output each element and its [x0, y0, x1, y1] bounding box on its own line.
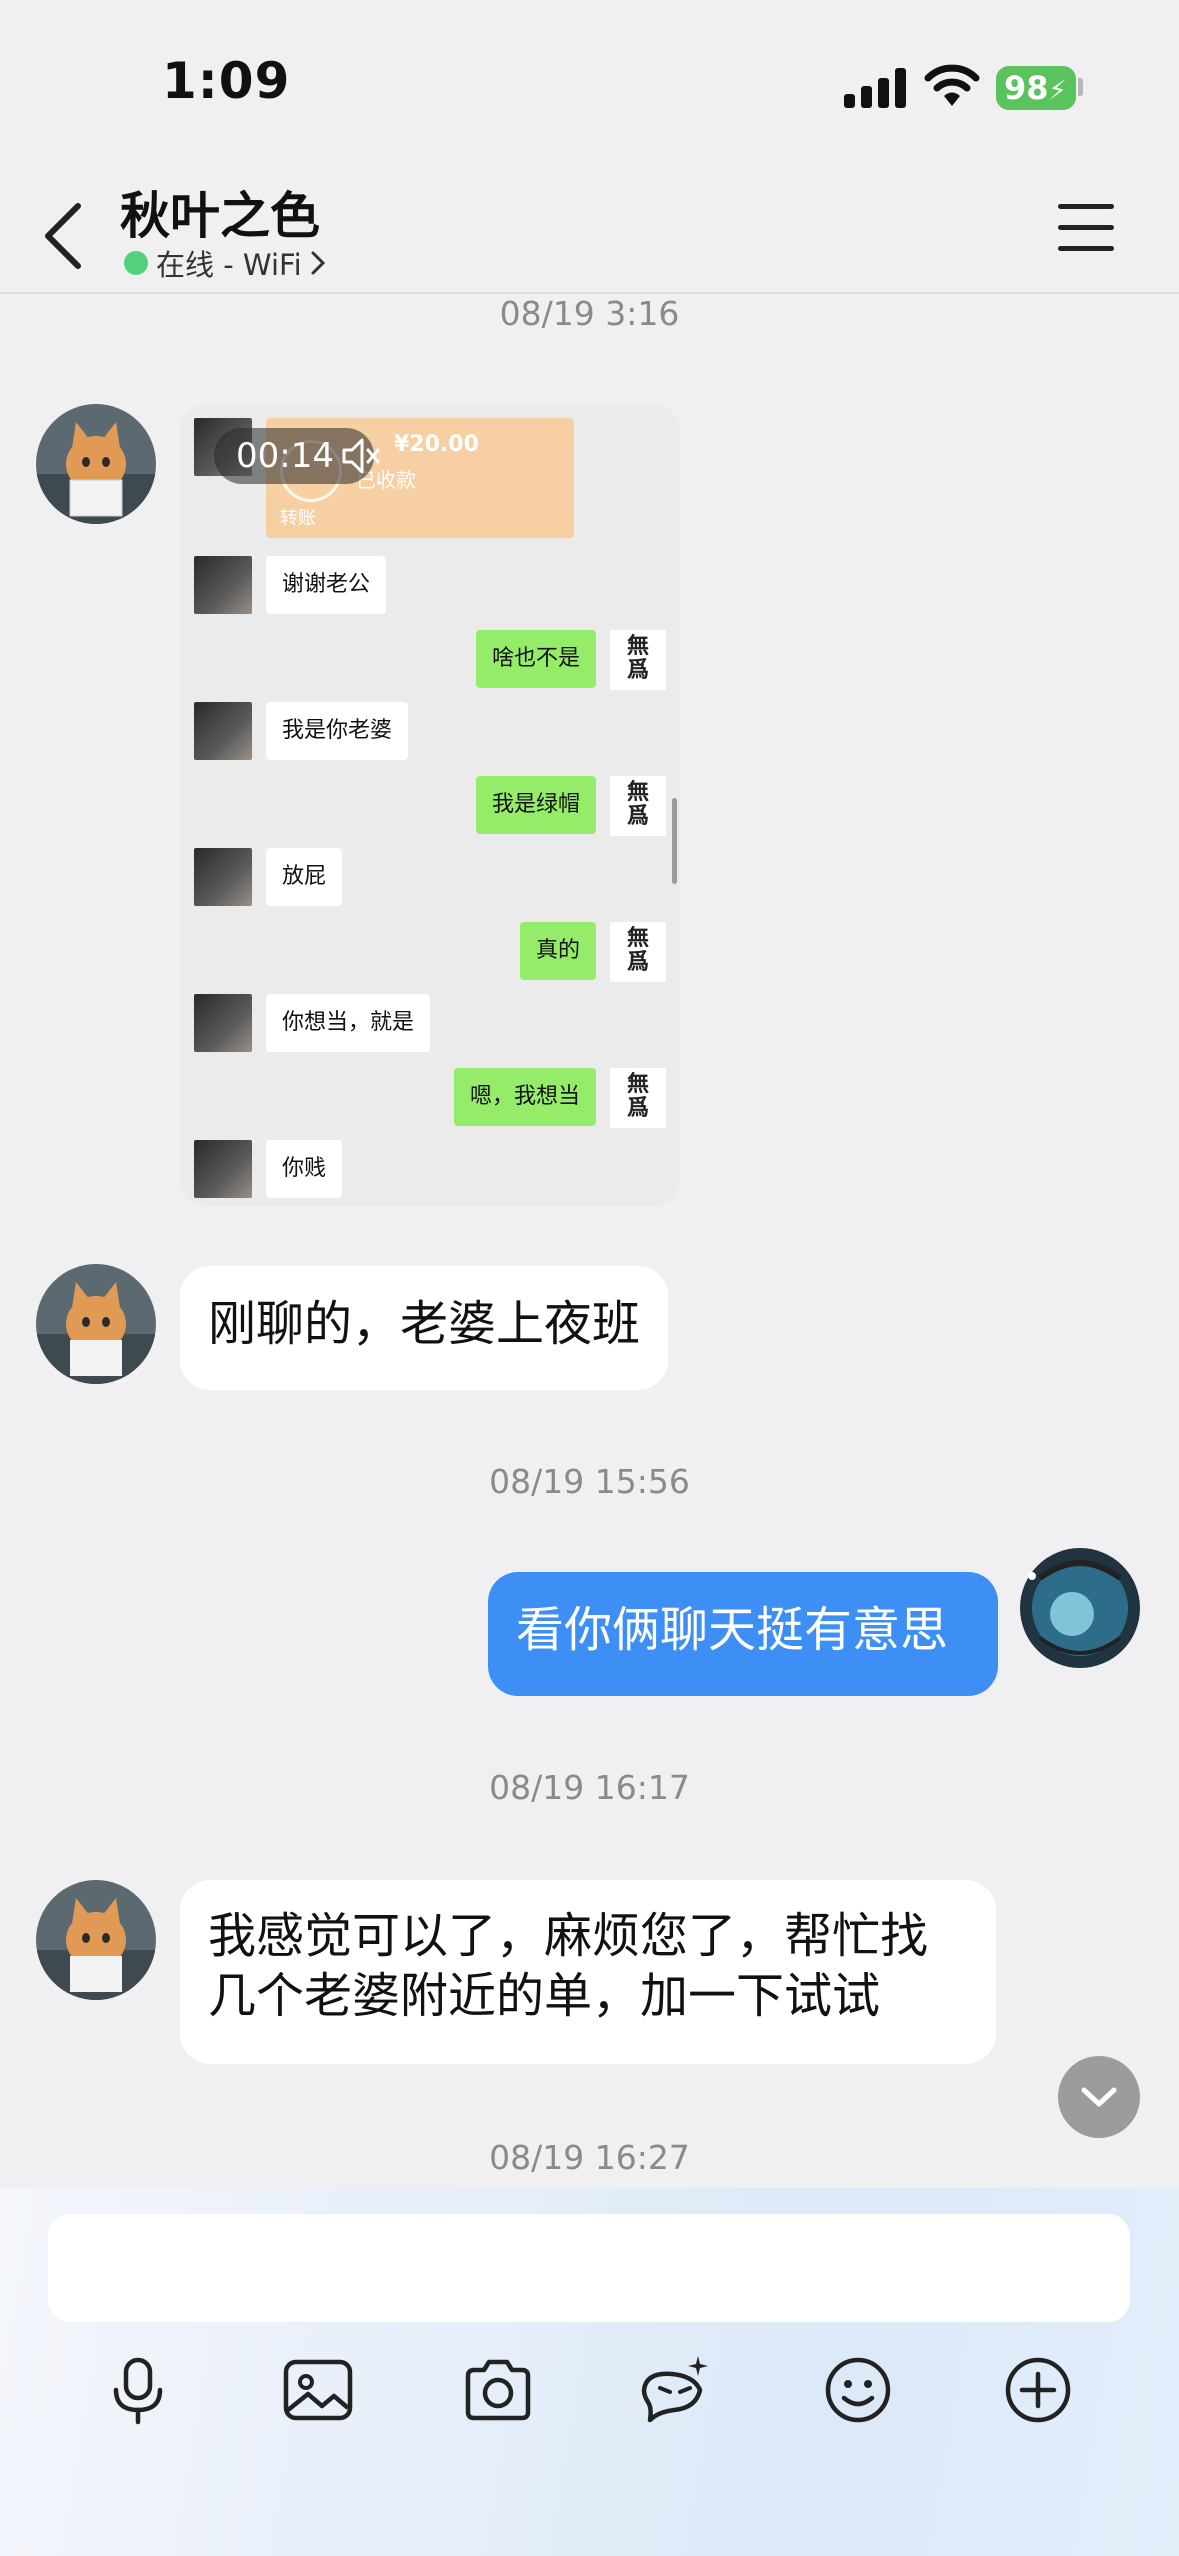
cat-avatar-icon: [36, 1264, 156, 1384]
cat-avatar-icon: [36, 404, 156, 524]
battery-tip: [1078, 78, 1083, 96]
chevron-down-icon: [1081, 2087, 1117, 2107]
image-icon: [283, 2359, 353, 2421]
screenshot-scrollbar: [672, 798, 677, 884]
stamp-text: 無爲: [626, 925, 649, 975]
mini-stamp-avatar: 無爲: [610, 630, 666, 690]
microphone-icon: [113, 2357, 163, 2425]
mini-stamp-avatar: 無爲: [610, 922, 666, 982]
cellular-signal-icon: [844, 66, 908, 108]
timestamp: 08/19 15:56: [489, 1462, 690, 1501]
online-dot-icon: [124, 251, 148, 275]
contact-name[interactable]: 秋叶之色: [120, 176, 320, 248]
timestamp: 08/19 3:16: [499, 294, 680, 333]
plus-icon: [1005, 2357, 1071, 2423]
camera-button[interactable]: [458, 2350, 538, 2430]
composer-area: [0, 2188, 1179, 2556]
status-time: 1:09: [162, 52, 291, 110]
microphone-button[interactable]: [98, 2350, 178, 2430]
image-button[interactable]: [278, 2350, 358, 2430]
mini-message: 我是你老婆: [266, 702, 409, 760]
online-status-text: 在线 - WiFi: [156, 248, 302, 282]
stamp-text: 無爲: [626, 1071, 649, 1121]
back-button[interactable]: [38, 200, 92, 272]
camera-icon: [465, 2359, 531, 2421]
mini-stamp-avatar: 無爲: [610, 776, 666, 836]
message-line: 几个老婆附近的单，加一下试试: [208, 1968, 881, 2024]
menu-button[interactable]: [1058, 204, 1114, 252]
transfer-amount: ¥20.00: [394, 432, 479, 457]
sent-message-bubble[interactable]: 看你俩聊天挺有意思: [488, 1572, 998, 1696]
contact-avatar[interactable]: [36, 404, 156, 524]
timestamp: 08/19 16:17: [489, 1768, 690, 1807]
timestamp: 08/19 16:27: [489, 2138, 690, 2177]
mini-avatar: [194, 848, 252, 906]
online-status[interactable]: 在线 - WiFi: [124, 242, 326, 284]
add-button[interactable]: [998, 2350, 1078, 2430]
emoji-button[interactable]: [818, 2350, 898, 2430]
magic-wand-icon: [641, 2356, 708, 2423]
transfer-label: 转账: [280, 508, 316, 529]
message-bubble[interactable]: 刚聊的，老婆上夜班: [180, 1266, 669, 1390]
galaxy-avatar-icon: [1020, 1548, 1140, 1668]
chat-header: 秋叶之色 在线 - WiFi: [0, 170, 1179, 294]
screenshot-image-message[interactable]: ¥20.00 已收款 转账 00:14 谢谢老公 啥也不是 無爲 我是你老婆 我…: [180, 404, 680, 1206]
video-duration: 00:14: [236, 436, 334, 476]
contact-avatar[interactable]: [36, 1264, 156, 1384]
mini-message: 你想当，就是: [266, 994, 431, 1052]
message-line: 我感觉可以了，麻烦您了，帮忙找: [208, 1908, 929, 1964]
mini-avatar: [194, 994, 252, 1052]
mini-avatar: [194, 556, 252, 614]
battery-indicator: 98⚡: [996, 66, 1076, 110]
wifi-icon: [924, 62, 980, 108]
self-avatar[interactable]: [1010, 1538, 1150, 1678]
mini-message: 谢谢老公: [266, 556, 387, 614]
ai-magic-button[interactable]: [636, 2350, 716, 2430]
charging-bolt-icon: ⚡: [1048, 76, 1067, 106]
battery-level: 98: [1004, 69, 1049, 107]
stamp-text: 無爲: [626, 633, 649, 683]
chevron-right-icon: [311, 251, 325, 275]
status-bar: 1:09 98⚡: [0, 0, 1179, 170]
message-bubble[interactable]: 我感觉可以了，麻烦您了，帮忙找 几个老婆附近的单，加一下试试: [180, 1880, 996, 2064]
mini-avatar: [194, 702, 252, 760]
contact-avatar[interactable]: [36, 1880, 156, 2000]
mini-stamp-avatar: 無爲: [610, 1068, 666, 1128]
chevron-left-icon: [45, 203, 81, 269]
message-input[interactable]: [48, 2214, 1130, 2322]
cat-avatar-icon: [36, 1880, 156, 2000]
stamp-text: 無爲: [626, 779, 649, 829]
scroll-to-bottom-button[interactable]: [1058, 2056, 1140, 2138]
mini-avatar: [194, 1140, 252, 1198]
mini-message: 我是绿帽: [475, 776, 596, 834]
mini-message: 啥也不是: [475, 630, 596, 688]
mini-message: 嗯，我想当: [453, 1068, 596, 1126]
mute-icon[interactable]: [338, 434, 382, 478]
emoji-icon: [825, 2357, 891, 2423]
mini-message: 真的: [519, 922, 596, 980]
mini-message: 放屁: [266, 848, 343, 906]
mini-message: 你贱: [266, 1140, 343, 1198]
